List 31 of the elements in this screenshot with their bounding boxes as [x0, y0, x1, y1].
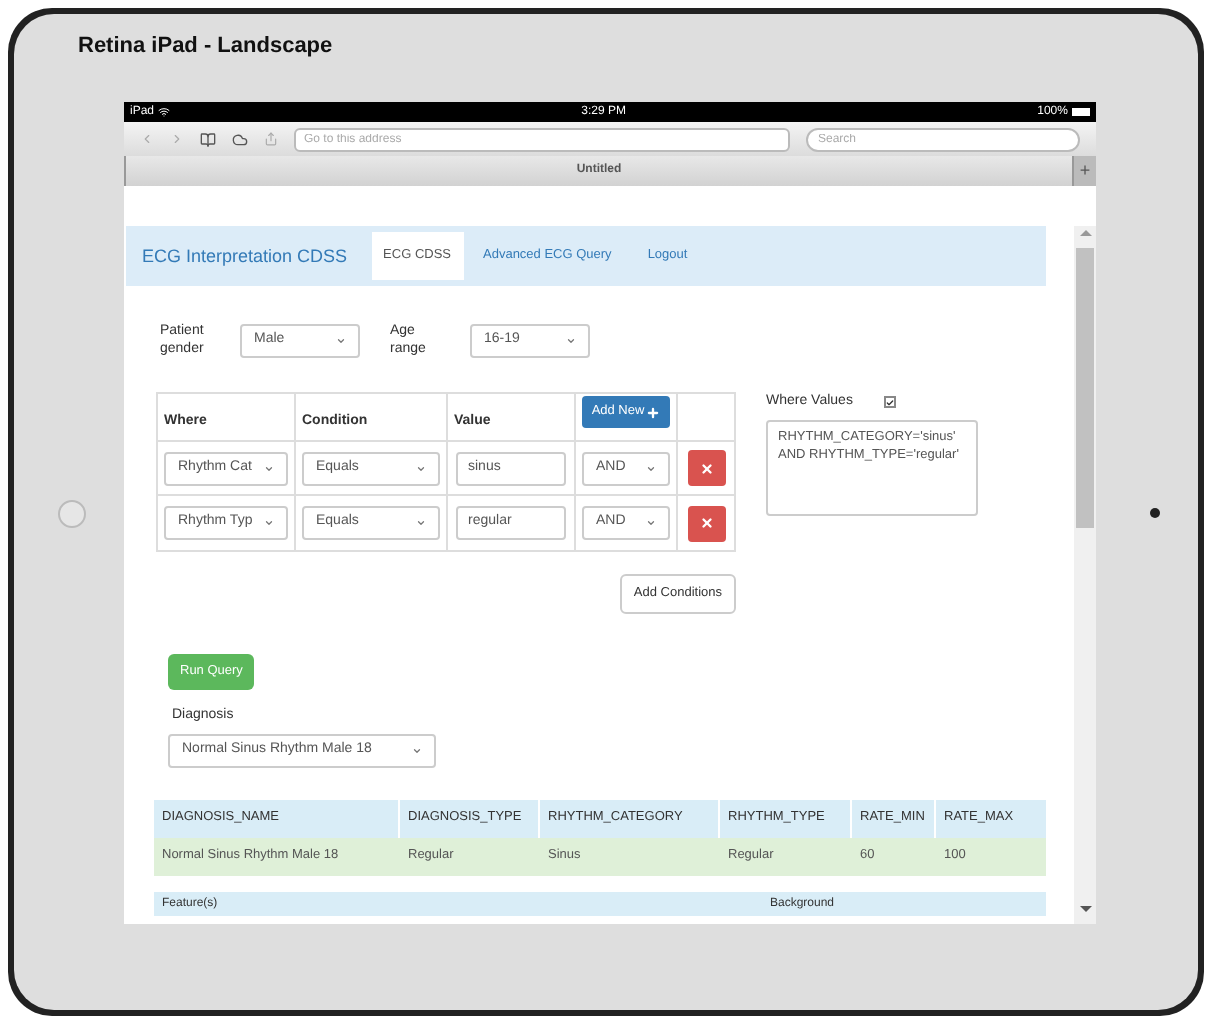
- close-icon: [699, 516, 713, 530]
- share-icon[interactable]: [264, 132, 278, 146]
- device-title: Retina iPad - Landscape: [78, 32, 335, 62]
- caret-icon: [566, 335, 576, 345]
- where-values-checkbox[interactable]: [884, 396, 897, 409]
- caret-icon: [264, 463, 274, 473]
- scroll-up-icon: [1079, 230, 1091, 236]
- check-icon: [886, 397, 895, 408]
- scroll-down-icon: [1079, 906, 1091, 912]
- caret-icon: [646, 463, 656, 473]
- close-icon: [699, 461, 713, 475]
- battery-icon: [1071, 108, 1090, 116]
- caret-icon: [646, 518, 656, 528]
- wifi-icon: [158, 106, 171, 118]
- caret-icon: [416, 463, 426, 473]
- book-icon[interactable]: [200, 131, 216, 147]
- caret-icon: [416, 518, 426, 528]
- caret-icon: [412, 745, 422, 755]
- scrollbar-thumb[interactable]: [1076, 248, 1094, 528]
- home-button[interactable]: [58, 499, 86, 527]
- caret-icon: [336, 335, 346, 345]
- new-tab-button[interactable]: +: [1072, 156, 1096, 186]
- scrollbar[interactable]: [1074, 226, 1096, 924]
- delete-button[interactable]: [687, 505, 725, 541]
- delete-button[interactable]: [687, 450, 725, 486]
- cloud-icon[interactable]: [232, 131, 248, 147]
- plus-icon: [646, 405, 661, 419]
- caret-icon: [264, 518, 274, 528]
- brand-text: ECG Interpretation CDSS: [142, 243, 348, 270]
- back-icon[interactable]: [140, 132, 154, 146]
- forward-icon[interactable]: [170, 132, 184, 146]
